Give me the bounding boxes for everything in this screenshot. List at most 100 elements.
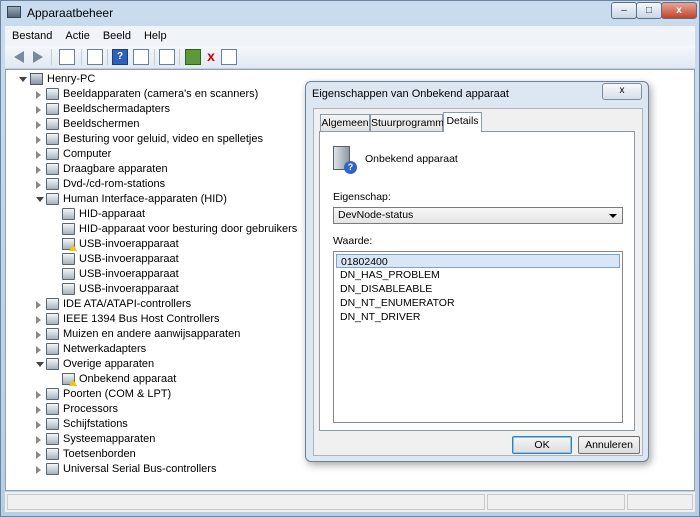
expand-arrow-icon[interactable] (36, 346, 41, 354)
tree-item-label: Poorten (COM & LPT) (63, 388, 172, 400)
menu-actie[interactable]: Actie (58, 26, 95, 44)
expand-arrow-icon[interactable] (36, 166, 41, 174)
tree-item-label: Muizen en andere aanwijsapparaten (63, 328, 241, 340)
expand-arrow-icon[interactable] (36, 301, 41, 309)
tab-stuurprogramma[interactable]: Stuurprogramma (370, 114, 450, 131)
device-icon (46, 178, 59, 190)
device-manager-app-icon (7, 6, 21, 18)
minimize-button[interactable]: – (611, 2, 637, 19)
expand-arrow-icon[interactable] (36, 406, 41, 414)
expand-arrow-icon[interactable] (36, 181, 41, 189)
tree-item-label: Netwerkadapters (63, 343, 147, 355)
properties-dialog: Eigenschappen van Onbekend apparaat x Al… (305, 81, 649, 462)
expand-arrow-icon[interactable] (36, 436, 41, 444)
unknown-device-icon (333, 146, 357, 174)
expand-arrow-icon[interactable] (36, 316, 41, 324)
device-icon (46, 433, 59, 445)
value-list-item[interactable]: DN_NT_DRIVER (336, 310, 620, 324)
close-button[interactable]: x (661, 2, 697, 19)
tree-item-label: USB-invoerapparaat (79, 253, 179, 265)
value-list-item[interactable]: DN_DISABLEABLE (336, 282, 620, 296)
tree-item-label: Processors (63, 403, 119, 415)
expand-arrow-icon[interactable] (36, 331, 41, 339)
status-segment (487, 494, 625, 510)
tree-item-label: USB-invoerapparaat (79, 283, 179, 295)
value-list-item[interactable]: DN_NT_ENUMERATOR (336, 296, 620, 310)
tree-item-label: Beeldschermadapters (63, 103, 171, 115)
title-bar[interactable]: Apparaatbeheer – □ x (1, 1, 699, 25)
device-icon (46, 193, 59, 205)
help-icon[interactable]: ? (112, 49, 128, 65)
expand-arrow-icon[interactable] (36, 106, 41, 114)
forward-arrow-icon[interactable] (33, 51, 43, 63)
toolbar-separator (81, 49, 82, 65)
tree-item-label: Overige apparaten (63, 358, 155, 370)
properties-icon[interactable] (87, 49, 103, 65)
tab-algemeen[interactable]: Algemeen (320, 114, 370, 131)
device-icon (46, 418, 59, 430)
expand-arrow-icon[interactable] (36, 391, 41, 399)
device-icon (46, 103, 59, 115)
warning-device-icon (62, 373, 77, 386)
tree-item-label: Computer (63, 148, 112, 160)
tree-item-label: USB-invoerapparaat (79, 268, 179, 280)
tree-item-label: Beeldapparaten (camera's en scanners) (63, 88, 259, 100)
menu-beeld[interactable]: Beeld (96, 26, 137, 44)
tree-item-label: Onbekend apparaat (79, 373, 177, 385)
device-icon (46, 163, 59, 175)
status-segment (7, 494, 485, 510)
device-icon (62, 253, 75, 265)
cancel-button[interactable]: Annuleren (578, 436, 640, 454)
back-arrow-icon[interactable] (14, 51, 24, 63)
maximize-button[interactable]: □ (636, 2, 662, 19)
tree-item-label: IEEE 1394 Bus Host Controllers (63, 313, 220, 325)
device-icon (46, 298, 59, 310)
scan-hardware-icon[interactable] (159, 49, 175, 65)
device-icon (62, 283, 75, 295)
collapse-arrow-icon[interactable] (36, 197, 44, 202)
toolbar-separator (107, 49, 108, 65)
expand-arrow-icon[interactable] (36, 91, 41, 99)
property-dropdown[interactable]: DevNode-status (333, 207, 623, 224)
uninstall-icon[interactable]: x (203, 49, 219, 65)
menu-help[interactable]: Help (137, 26, 173, 44)
menu-bestand[interactable]: Bestand (5, 26, 58, 44)
value-list-item[interactable]: 01802400 (336, 254, 620, 268)
status-segment (627, 494, 693, 510)
toolbar-separator (51, 49, 52, 65)
device-icon (46, 343, 59, 355)
expand-arrow-icon[interactable] (36, 136, 41, 144)
expand-arrow-icon[interactable] (36, 466, 41, 474)
tree-item-label: Human Interface-apparaten (HID) (63, 193, 227, 205)
value-list-item[interactable]: DN_HAS_PROBLEM (336, 268, 620, 282)
property-label: Eigenschap: (333, 191, 391, 203)
tree-item-label: Systeemapparaten (63, 433, 156, 445)
menu-bar: Bestand Actie Beeld Help (5, 26, 695, 46)
expand-arrow-icon[interactable] (19, 77, 27, 82)
tree-root-label: Henry-PC (47, 73, 96, 85)
expand-arrow-icon[interactable] (36, 121, 41, 129)
tree-item-label: HID-apparaat (79, 208, 146, 220)
property-dropdown-value: DevNode-status (338, 209, 414, 221)
status-bar (5, 492, 695, 512)
tree-item-label: Schijfstations (63, 418, 128, 430)
device-icon (46, 148, 59, 160)
ok-button[interactable]: OK (512, 436, 572, 454)
expand-arrow-icon[interactable] (36, 451, 41, 459)
value-label: Waarde: (333, 235, 373, 247)
tree-item-label: Dvd-/cd-rom-stations (63, 178, 166, 190)
update-driver-icon[interactable] (185, 49, 201, 65)
device-icon (46, 463, 59, 475)
dialog-close-button[interactable]: x (602, 83, 642, 100)
show-hide-console-tree-icon[interactable] (59, 49, 75, 65)
value-listbox[interactable]: 01802400 DN_HAS_PROBLEM DN_DISABLEABLE DN_N… (333, 251, 623, 423)
collapse-arrow-icon[interactable] (36, 362, 44, 367)
tree-item-label: Toetsenborden (63, 448, 136, 460)
expand-arrow-icon[interactable] (36, 151, 41, 159)
disable-device-icon[interactable] (221, 49, 237, 65)
refresh-view-icon[interactable] (133, 49, 149, 65)
toolbar-separator (179, 49, 180, 65)
tree-item-label: Besturing voor geluid, video en spelletj… (63, 133, 263, 145)
tab-details[interactable]: Details (443, 112, 482, 132)
expand-arrow-icon[interactable] (36, 421, 41, 429)
